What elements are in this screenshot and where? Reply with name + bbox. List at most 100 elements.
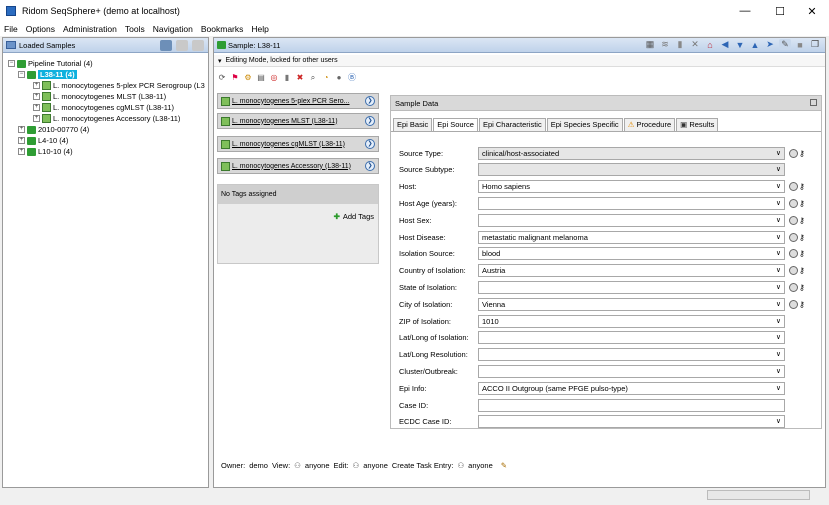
minimize-button[interactable]: — [730, 0, 760, 22]
field-dropdown[interactable]: Austria ∨ [478, 264, 785, 278]
key-icon[interactable]: ⚷ [799, 283, 805, 292]
tree-item-scheme[interactable]: + L. monocytogenes MLST (L38-11) [33, 91, 166, 102]
expand-chevron-icon[interactable]: ❯ [365, 116, 375, 126]
up-icon[interactable]: ▲ [749, 39, 761, 50]
field-dropdown[interactable]: clinical/host-associated ∨ [478, 146, 785, 160]
chevron-down-icon[interactable]: ∨ [776, 367, 781, 375]
sort-icon[interactable] [176, 39, 188, 51]
task-value[interactable]: anyone [468, 461, 493, 470]
trash-icon[interactable]: ▮ [282, 73, 292, 83]
maximize-panel-icon[interactable] [810, 99, 817, 106]
bottle-icon[interactable]: ▮ [674, 39, 686, 50]
menu-help[interactable]: Help [247, 24, 272, 34]
clear-field-icon[interactable] [789, 282, 798, 292]
key-icon[interactable]: ⚷ [799, 233, 805, 242]
chevron-down-icon[interactable]: ∨ [776, 182, 781, 190]
expand-chevron-icon[interactable]: ❯ [365, 161, 375, 171]
clear-field-icon[interactable] [789, 299, 798, 309]
network-icon[interactable]: ▦ [644, 39, 656, 50]
clear-field-icon[interactable] [789, 215, 798, 225]
expand-toggle[interactable]: + [33, 115, 40, 122]
field-dropdown[interactable]: 1010 ∨ [478, 314, 785, 328]
chevron-down-icon[interactable]: ∨ [776, 350, 781, 358]
edit-value[interactable]: anyone [363, 461, 388, 470]
view-value[interactable]: anyone [305, 461, 330, 470]
tab-epi-species-specific[interactable]: Epi Species Specific [546, 118, 623, 131]
stop-icon[interactable]: ■ [794, 39, 806, 50]
edit-icon[interactable]: ✎ [779, 39, 791, 50]
key-icon[interactable]: ⚷ [799, 300, 805, 309]
key-icon[interactable]: ⚷ [799, 249, 805, 258]
clear-field-icon[interactable] [789, 182, 798, 192]
tree-item-pipeline-tutorial[interactable]: − Pipeline Tutorial (4) [8, 58, 93, 69]
chevron-down-icon[interactable]: ∨ [776, 165, 781, 173]
menu-navigation[interactable]: Navigation [149, 24, 197, 34]
scheme-label[interactable]: L. monocytogenes cgMLST (L38-11) [232, 141, 365, 148]
tree-item-sample[interactable]: + L4-10 (4) [18, 135, 68, 146]
view-options-icon[interactable] [192, 39, 204, 51]
chevron-down-icon[interactable]: ∨ [776, 300, 781, 308]
tree-item-scheme[interactable]: + L. monocytogenes Accessory (L38-11) [33, 113, 180, 124]
field-input[interactable] [478, 398, 785, 412]
field-dropdown[interactable]: ∨ [478, 196, 785, 210]
scheme-panel[interactable]: L. monocytogenes cgMLST (L38-11) ❯ [217, 136, 379, 152]
chevron-down-icon[interactable]: ∨ [776, 266, 781, 274]
clear-field-icon[interactable] [789, 148, 798, 158]
clear-field-icon[interactable] [789, 232, 798, 242]
pdf-icon[interactable]: Ⓑ [347, 73, 357, 83]
tree-item-scheme[interactable]: + L. monocytogenes 5-plex PCR Serogroup … [33, 80, 205, 91]
menu-tools[interactable]: Tools [121, 24, 149, 34]
chevron-down-icon[interactable]: ∨ [776, 283, 781, 291]
scheme-label[interactable]: L. monocytogenes MLST (L38-11) [232, 118, 365, 125]
field-dropdown[interactable]: metastatic malignant melanoma ∨ [478, 230, 785, 244]
field-dropdown[interactable]: ∨ [478, 213, 785, 227]
key-icon[interactable]: ⚷ [799, 199, 805, 208]
field-dropdown[interactable]: ∨ [478, 331, 785, 345]
expand-chevron-icon[interactable]: ❯ [365, 96, 375, 106]
key-icon[interactable]: ⚷ [799, 216, 805, 225]
scheme-label[interactable]: L. monocytogenes 5-plex PCR Sero... [232, 98, 365, 105]
lock-icon[interactable]: ● [334, 73, 344, 83]
menu-file[interactable]: File [0, 24, 22, 34]
field-dropdown[interactable]: ∨ [478, 280, 785, 294]
chevron-down-icon[interactable]: ∨ [776, 317, 781, 325]
search-icon[interactable]: ⌕ [308, 73, 318, 83]
tree-item-l38-11[interactable]: − L38-11 (4) [18, 69, 77, 80]
scheme-panel[interactable]: L. monocytogenes MLST (L38-11) ❯ [217, 113, 379, 129]
detach-icon[interactable]: ❐ [809, 39, 821, 50]
expand-toggle[interactable]: + [18, 148, 25, 155]
add-tags-button[interactable]: ✚ Add Tags [334, 212, 374, 221]
expand-toggle[interactable]: + [33, 82, 40, 89]
delete-icon[interactable]: ✖ [295, 73, 305, 83]
menu-bookmarks[interactable]: Bookmarks [197, 24, 248, 34]
tree-item-scheme[interactable]: + L. monocytogenes cgMLST (L38-11) [33, 102, 174, 113]
chevron-down-icon[interactable]: ∨ [776, 417, 781, 425]
chevron-down-icon[interactable]: ∨ [776, 149, 781, 157]
key-icon[interactable]: ⚷ [799, 266, 805, 275]
expand-toggle[interactable]: + [33, 104, 40, 111]
field-dropdown[interactable]: Homo sapiens ∨ [478, 180, 785, 194]
tab-epi-basic[interactable]: Epi Basic [393, 118, 433, 131]
menu-options[interactable]: Options [22, 24, 59, 34]
tag-icon[interactable]: ⚑ [230, 73, 240, 83]
tab-epi-characteristic[interactable]: Epi Characteristic [478, 118, 546, 131]
chevron-down-icon[interactable]: ∨ [776, 384, 781, 392]
field-dropdown[interactable]: Vienna ∨ [478, 297, 785, 311]
clock-icon[interactable]: ◔ [321, 73, 331, 83]
tab-epi-source[interactable]: Epi Source [433, 118, 478, 131]
chevron-down-icon[interactable]: ∨ [776, 233, 781, 241]
tab-procedure[interactable]: ⚠ Procedure [623, 118, 676, 131]
expand-toggle[interactable]: + [33, 93, 40, 100]
scheme-panel[interactable]: L. monocytogenes Accessory (L38-11) ❯ [217, 158, 379, 174]
wifi-icon[interactable]: ≋ [659, 39, 671, 50]
tree-item-sample[interactable]: + L10-10 (4) [18, 146, 73, 157]
field-dropdown[interactable]: blood ∨ [478, 247, 785, 261]
edit-permissions-icon[interactable]: ✎ [501, 461, 507, 470]
tree-item-sample[interactable]: + 2010-00770 (4) [18, 124, 89, 135]
scheme-panel[interactable]: L. monocytogenes 5-plex PCR Sero... ❯ [217, 93, 379, 109]
field-dropdown[interactable]: ∨ [478, 364, 785, 378]
field-dropdown[interactable]: ∨ [478, 415, 785, 429]
clear-field-icon[interactable] [789, 198, 798, 208]
expand-toggle[interactable]: + [18, 137, 25, 144]
chevron-down-icon[interactable]: ∨ [776, 249, 781, 257]
